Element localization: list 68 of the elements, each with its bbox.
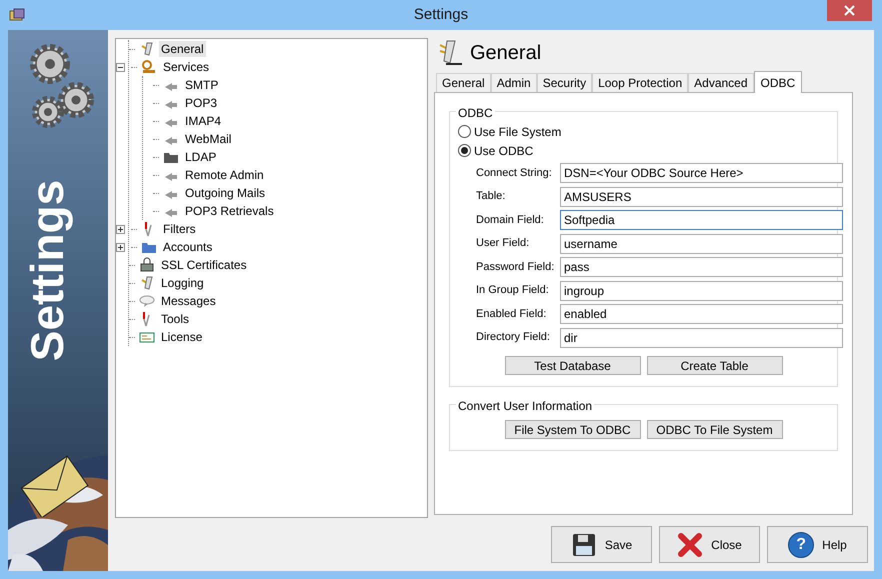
action-button[interactable]: File System To ODBC: [504, 420, 640, 439]
tree-item[interactable]: Services: [161, 59, 212, 75]
tree-item[interactable]: Tools: [159, 311, 192, 327]
radio-button[interactable]: [458, 125, 471, 138]
tree-item[interactable]: POP3 Retrievals: [183, 203, 276, 219]
field-label: Table:: [476, 189, 506, 204]
speech-bubble-icon: [139, 293, 155, 309]
expand-toggle[interactable]: [116, 242, 125, 252]
tab[interactable]: Admin: [490, 73, 537, 92]
banner-title: Settings: [20, 179, 74, 361]
input-field[interactable]: dir: [560, 328, 843, 348]
close-icon: [677, 532, 704, 558]
pen-icon: [139, 275, 155, 291]
field-label: Password Field:: [476, 260, 556, 275]
action-button[interactable]: ODBC To File System: [646, 420, 782, 439]
app-icon: [9, 8, 25, 22]
tree-item[interactable]: Outgoing Mails: [183, 185, 268, 201]
input-field[interactable]: AMSUSERS: [560, 186, 843, 206]
tree-item[interactable]: LDAP: [183, 149, 218, 165]
pen-icon: [438, 39, 464, 67]
plus-icon: [117, 226, 124, 232]
help-icon: ?: [788, 532, 814, 558]
tree-item[interactable]: Accounts: [161, 239, 214, 255]
input-field[interactable]: pass: [560, 257, 843, 277]
input-field[interactable]: DSN=<Your ODBC Source Here>: [560, 163, 843, 183]
tree-item[interactable]: WebMail: [183, 131, 234, 147]
tree-item[interactable]: Filters: [161, 221, 198, 237]
lock-icon: [139, 257, 155, 273]
tab[interactable]: Security: [536, 73, 592, 92]
collapse-toggle[interactable]: [116, 62, 125, 72]
field-label: Directory Field:: [476, 330, 551, 346]
pen-icon: [139, 41, 155, 57]
radio-label: Use File System: [474, 124, 562, 140]
save-button[interactable]: Save: [551, 526, 652, 563]
tree-item[interactable]: Logging: [159, 275, 206, 291]
radio-label: Use ODBC: [474, 142, 534, 160]
close-button[interactable]: [827, 0, 872, 21]
tree-item[interactable]: Messages: [159, 293, 218, 309]
page-title: General: [470, 41, 542, 66]
tree-item[interactable]: SSL Certificates: [159, 257, 249, 273]
input-field[interactable]: username: [560, 234, 843, 254]
field-label: Enabled Field:: [476, 306, 548, 322]
tree-item[interactable]: General: [159, 41, 206, 57]
tab[interactable]: General: [436, 73, 491, 92]
field-label: User Field:: [476, 236, 530, 252]
input-field[interactable]: ingroup: [560, 280, 843, 300]
field-label: In Group Field:: [476, 283, 550, 298]
input-field[interactable]: enabled: [560, 304, 843, 324]
tree-item[interactable]: IMAP4: [183, 113, 224, 129]
action-button[interactable]: Test Database: [504, 356, 640, 374]
tree-item[interactable]: POP3: [183, 95, 220, 111]
tree-item[interactable]: SMTP: [183, 77, 220, 93]
window-title: Settings: [414, 4, 468, 25]
plus-icon: [117, 244, 124, 250]
close-button[interactable]: Close: [659, 526, 760, 563]
tab[interactable]: ODBC: [754, 71, 802, 93]
field-label: Connect String:: [476, 166, 553, 181]
tree-item[interactable]: License: [159, 329, 204, 345]
action-button[interactable]: Create Table: [646, 356, 782, 374]
input-field[interactable]: Softpedia: [560, 210, 843, 230]
field-label: Domain Field:: [476, 212, 545, 228]
tree-item[interactable]: Remote Admin: [183, 167, 266, 183]
help-button[interactable]: ? Help: [767, 526, 868, 563]
radio-button[interactable]: [458, 144, 471, 157]
tab[interactable]: Advanced: [688, 73, 754, 92]
expand-toggle[interactable]: [116, 224, 125, 234]
tab[interactable]: Loop Protection: [592, 73, 688, 92]
close-icon: [844, 5, 855, 16]
